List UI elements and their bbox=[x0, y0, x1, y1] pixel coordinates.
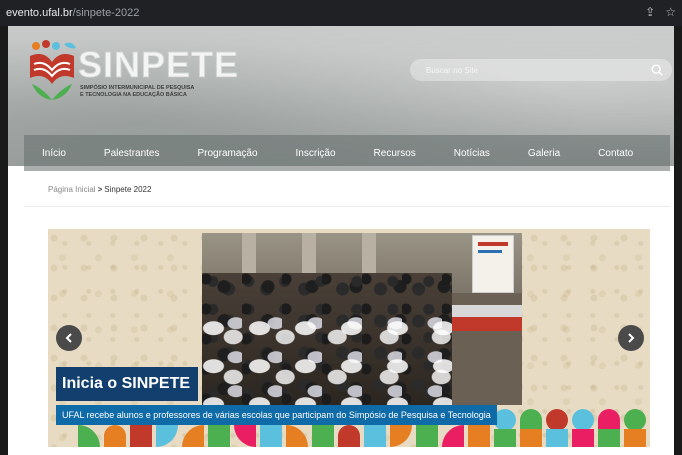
main-nav: Início Palestrantes Programação Inscriçã… bbox=[24, 135, 670, 171]
deco-shape bbox=[364, 425, 386, 447]
browser-url-bar[interactable]: evento.ufal.br/sinpete-2022 ⇪ ☆ bbox=[0, 0, 682, 26]
deco-shape bbox=[520, 429, 542, 447]
nav-item-palestrantes[interactable]: Palestrantes bbox=[85, 148, 179, 159]
deco-shape bbox=[312, 425, 334, 447]
slide-title[interactable]: Inicia o SINPETE bbox=[56, 367, 199, 401]
deco-shape bbox=[130, 425, 152, 447]
nav-item-galeria[interactable]: Galeria bbox=[509, 148, 579, 159]
slider-prev-button[interactable] bbox=[56, 325, 82, 351]
deco-shape bbox=[78, 425, 100, 447]
nav-item-inscricao[interactable]: Inscrição bbox=[277, 148, 355, 159]
search-input[interactable] bbox=[426, 65, 626, 75]
main-content: Página Inicial > Sinpete 2022 Inicia o S… bbox=[24, 171, 670, 455]
deco-shape bbox=[416, 425, 438, 447]
breadcrumb: Página Inicial > Sinpete 2022 bbox=[48, 185, 151, 194]
nav-item-programacao[interactable]: Programação bbox=[179, 148, 277, 159]
brand-tagline-1: SIMPÓSIO INTERMUNICIPAL DE PESQUISA bbox=[80, 85, 195, 91]
deco-shape bbox=[572, 429, 594, 447]
deco-shape bbox=[468, 425, 490, 447]
photo-audience-shirts bbox=[202, 313, 452, 405]
breadcrumb-separator-icon: > bbox=[97, 185, 103, 194]
slide-subtitle[interactable]: UFAL recebe alunos e professores de vári… bbox=[56, 405, 497, 425]
deco-shape bbox=[494, 409, 516, 431]
slider-next-button[interactable] bbox=[618, 325, 644, 351]
divider bbox=[24, 206, 670, 207]
chevron-left-icon bbox=[65, 333, 72, 343]
deco-shape bbox=[182, 425, 204, 447]
nav-item-noticias[interactable]: Notícias bbox=[435, 148, 509, 159]
deco-shape bbox=[624, 429, 646, 447]
url-path: /sinpete-2022 bbox=[72, 7, 140, 19]
deco-shape bbox=[494, 429, 516, 447]
deco-shape bbox=[234, 425, 256, 447]
screen-banner-line bbox=[478, 250, 502, 253]
sinpete-logo[interactable]: SINPETE SIMPÓSIO INTERMUNICIPAL DE PESQU… bbox=[24, 38, 239, 102]
deco-shape bbox=[156, 425, 178, 447]
deco-shape bbox=[338, 425, 360, 447]
deco-shape bbox=[208, 425, 230, 447]
search-icon[interactable] bbox=[650, 63, 664, 77]
deco-shape bbox=[260, 425, 282, 447]
deco-shape bbox=[286, 425, 308, 447]
deco-shape bbox=[442, 425, 464, 447]
slide-photo[interactable] bbox=[202, 233, 522, 405]
deco-shape bbox=[390, 425, 412, 447]
url-host: evento.ufal.br bbox=[6, 7, 73, 19]
breadcrumb-current: Sinpete 2022 bbox=[104, 185, 152, 194]
nav-item-recursos[interactable]: Recursos bbox=[355, 148, 435, 159]
deco-shape bbox=[624, 409, 646, 431]
nav-item-inicio[interactable]: Início bbox=[24, 148, 85, 159]
deco-shape bbox=[598, 409, 620, 431]
bookmark-star-icon[interactable]: ☆ bbox=[665, 5, 676, 19]
image-slider: Inicia o SINPETE UFAL recebe alunos e pr… bbox=[48, 229, 650, 447]
share-icon[interactable]: ⇪ bbox=[645, 5, 655, 19]
web-page: SINPETE SIMPÓSIO INTERMUNICIPAL DE PESQU… bbox=[8, 26, 674, 455]
logo-emblem-icon bbox=[30, 40, 76, 100]
deco-shape bbox=[520, 409, 542, 431]
brand-name: SINPETE bbox=[77, 44, 240, 86]
nav-item-contato[interactable]: Contato bbox=[579, 148, 652, 159]
site-search bbox=[410, 59, 672, 81]
brand-tagline-2: E TECNOLOGIA NA EDUCAÇÃO BÁSICA bbox=[80, 92, 187, 98]
deco-shape bbox=[598, 429, 620, 447]
deco-shape bbox=[546, 409, 568, 431]
scrollbar[interactable] bbox=[674, 26, 682, 455]
deco-shape bbox=[104, 425, 126, 447]
deco-shape bbox=[572, 409, 594, 431]
photo-projection-screen bbox=[472, 235, 514, 293]
deco-shape bbox=[546, 429, 568, 447]
chevron-right-icon bbox=[628, 333, 635, 343]
screen-banner bbox=[478, 242, 508, 246]
breadcrumb-home-link[interactable]: Página Inicial bbox=[48, 185, 96, 194]
